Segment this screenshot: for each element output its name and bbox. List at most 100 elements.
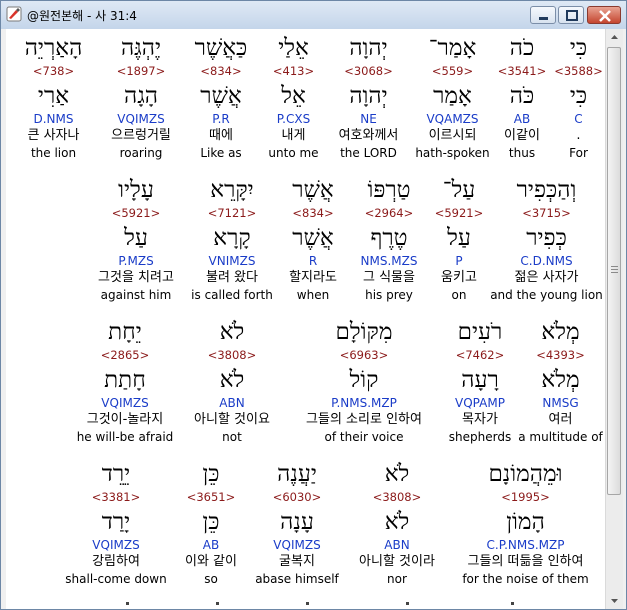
- english-gloss: of their voice: [324, 430, 404, 444]
- hebrew-word: עָלָיו: [118, 177, 154, 203]
- hebrew-word: אֵלַי: [278, 35, 309, 61]
- english-gloss: abase himself: [255, 572, 339, 586]
- morphology: NMSG: [542, 396, 579, 410]
- verse-row: יֵרֵד <3381> יָרַד VQIMZS 강림하여 shall-com…: [6, 459, 605, 599]
- maximize-button[interactable]: [558, 6, 584, 24]
- korean-gloss: 그것이-놀라지: [86, 412, 164, 427]
- lemma: הָמוֹן: [506, 509, 545, 535]
- word-cell[interactable]: כֵּן <3651> כֵּן AB 이와 같이 so: [176, 459, 246, 599]
- word-cell[interactable]: מְלֹא <4393> מְלֹא NMSG 여러 a multitude o…: [516, 317, 605, 457]
- strong-number: <3715>: [522, 206, 571, 220]
- strong-number: <7121>: [207, 206, 257, 220]
- window-title: @원전본해 - 사 31:4: [27, 9, 137, 23]
- hebrew-word: לֹא: [384, 461, 410, 487]
- english-gloss: his prey: [365, 288, 413, 302]
- scroll-up-icon[interactable]: [606, 29, 623, 46]
- morphology: P.R: [212, 112, 230, 126]
- morphology: VNIMZS: [208, 254, 256, 268]
- word-cell[interactable]: וּמֵהֲמוֹנָם <1995> הָמוֹן C.P.NMS.MZP 그…: [446, 459, 605, 599]
- morphology: P.MZS: [118, 254, 154, 268]
- korean-gloss: 할지라도: [289, 270, 337, 285]
- lemma: כְּפִיר: [526, 225, 567, 251]
- korean-gloss: 그들의 떠듦을 인하여: [467, 554, 584, 569]
- english-gloss: Like as: [200, 146, 242, 160]
- english-gloss: and the young lion: [490, 288, 603, 302]
- korean-gloss: .: [576, 128, 581, 143]
- lemma: עָנָה: [280, 509, 314, 535]
- lemma: אַרִי: [37, 83, 70, 109]
- korean-gloss: 그것을 치려고: [98, 270, 174, 285]
- word-cell[interactable]: יִקָּרֵא <7121> קָרָא VNIMZS 불려 왔다 is ca…: [186, 175, 278, 315]
- english-gloss: on: [451, 288, 467, 302]
- word-cell[interactable]: הָאַרְיֵה <738> אַרִי D.NMS 큰 사자나 the li…: [6, 33, 101, 173]
- hebrew-word: מִקּוֹלָם: [335, 319, 393, 345]
- morphology: ABN: [219, 396, 245, 410]
- word-cell[interactable]: אֵלַי <413> אֵל P.CXS 내게 unto me: [261, 33, 326, 173]
- morphology: ABN: [384, 538, 410, 552]
- word-cell[interactable]: מִקּוֹלָם <6963> קוֹל P.NMS.MZP 그들의 소리로 …: [284, 317, 444, 457]
- word-cell[interactable]: יֵרֵד <3381> יָרַד VQIMZS 강림하여 shall-com…: [56, 459, 176, 599]
- next-row-partial: [6, 602, 605, 609]
- word-cell[interactable]: יֶהְגֶּה <1897> הָגָה VQIMZS 으르렁거릴 roari…: [101, 33, 181, 173]
- morphology: C: [574, 112, 583, 126]
- word-cell-current[interactable]: כִּי <3588> כִּי C . For: [552, 33, 605, 169]
- title-bar[interactable]: @원전본해 - 사 31:4: [1, 1, 626, 29]
- word-cell[interactable]: עַל־ <5921> עַל P 움키고 on: [430, 175, 488, 315]
- lemma: כֹּה: [509, 83, 535, 109]
- english-gloss: is called forth: [191, 288, 273, 302]
- korean-gloss: 여러: [548, 412, 573, 427]
- morphology: VQIMZS: [92, 538, 140, 552]
- hebrew-word: כֵּן: [202, 461, 220, 487]
- english-gloss: unto me: [268, 146, 319, 160]
- morphology: VQIMZS: [101, 396, 149, 410]
- lemma: רָעָה: [461, 367, 499, 393]
- strong-number: <1995>: [501, 490, 550, 504]
- hebrew-word: יִקָּרֵא: [210, 177, 254, 203]
- morphology: VQIMZS: [117, 112, 165, 126]
- close-button[interactable]: [587, 6, 621, 24]
- korean-gloss: 아니할 것이요: [194, 412, 270, 427]
- english-gloss: the lion: [30, 146, 77, 160]
- word-cell[interactable]: יֵחָת <2865> חָתַת VQIMZS 그것이-놀라지 he wil…: [70, 317, 180, 457]
- verse-row: עָלָיו <5921> עַל P.MZS 그것을 치려고 against …: [6, 175, 605, 315]
- korean-gloss: 이르시되: [428, 128, 477, 143]
- lemma: יְהוָה: [349, 83, 388, 109]
- hebrew-word: יֵחָת: [108, 319, 142, 345]
- strong-number: <4393>: [536, 348, 585, 362]
- hebrew-word: כַּאֲשֶׁר: [194, 35, 248, 61]
- word-cell[interactable]: עָלָיו <5921> עַל P.MZS 그것을 치려고 against …: [86, 175, 186, 315]
- lemma: חָתַת: [104, 367, 146, 393]
- strong-number: <3381>: [91, 490, 141, 504]
- word-cell[interactable]: רֹעִים <7462> רָעָה VQPAMP 목자가 shepherds: [444, 317, 516, 457]
- word-cell[interactable]: אָמַר־ <559> אָמַר VQAMZS 이르시되 hath-spok…: [411, 33, 494, 173]
- word-cell[interactable]: טַרְפּוֹ <2964> טֶרֶף NMS.MZS 그 식물을 his …: [348, 175, 430, 315]
- vertical-scrollbar[interactable]: [605, 29, 623, 609]
- word-cell[interactable]: לֹא <3808> לֹא ABN 아니할 것이요 not: [180, 317, 284, 457]
- morphology: VQAMZS: [426, 112, 479, 126]
- scroll-down-icon[interactable]: [606, 592, 623, 609]
- korean-gloss: 이같이: [504, 128, 540, 143]
- strong-number: <3588>: [554, 64, 603, 78]
- maximize-icon: [566, 10, 578, 21]
- lemma: יָרַד: [101, 509, 131, 535]
- word-cell[interactable]: יְהוָה <3068> יְהוָה NE 여호와께서 the LORD: [326, 33, 411, 173]
- word-cell[interactable]: לֹא <3808> לֹא ABN 아니할 것이라 nor: [348, 459, 446, 599]
- hebrew-word: אֲשֶׁר: [292, 177, 334, 203]
- lemma: כִּי: [569, 83, 588, 109]
- minimize-button[interactable]: [530, 6, 556, 24]
- english-gloss: shall-come down: [65, 572, 167, 586]
- korean-gloss: 때에: [209, 128, 233, 143]
- word-cell[interactable]: יַעֲנֶה <6030> עָנָה VQIMZS 굴복지 abase hi…: [246, 459, 348, 599]
- morphology: P.NMS.MZP: [331, 396, 397, 410]
- word-cell[interactable]: כֹה <3541> כֹּה AB 이같이 thus: [494, 33, 550, 173]
- hebrew-word: יֶהְגֶּה: [120, 35, 162, 61]
- strong-number: <3068>: [344, 64, 393, 78]
- word-cell[interactable]: אֲשֶׁר <834> אֲשֶׁר R 할지라도 when: [278, 175, 348, 315]
- word-cell[interactable]: וְהַכְּפִיר <3715> כְּפִיר C.D.NMS 젊은 사자…: [488, 175, 605, 315]
- hebrew-word: יֵרֵד: [101, 461, 131, 487]
- word-cell[interactable]: כַּאֲשֶׁר <834> אֲשֶׁר P.R 때에 Like as: [181, 33, 261, 173]
- english-gloss: roaring: [119, 146, 163, 160]
- english-gloss: thus: [508, 146, 536, 160]
- scrollbar-thumb[interactable]: [607, 47, 621, 495]
- lemma: אֲשֶׁר: [200, 83, 242, 109]
